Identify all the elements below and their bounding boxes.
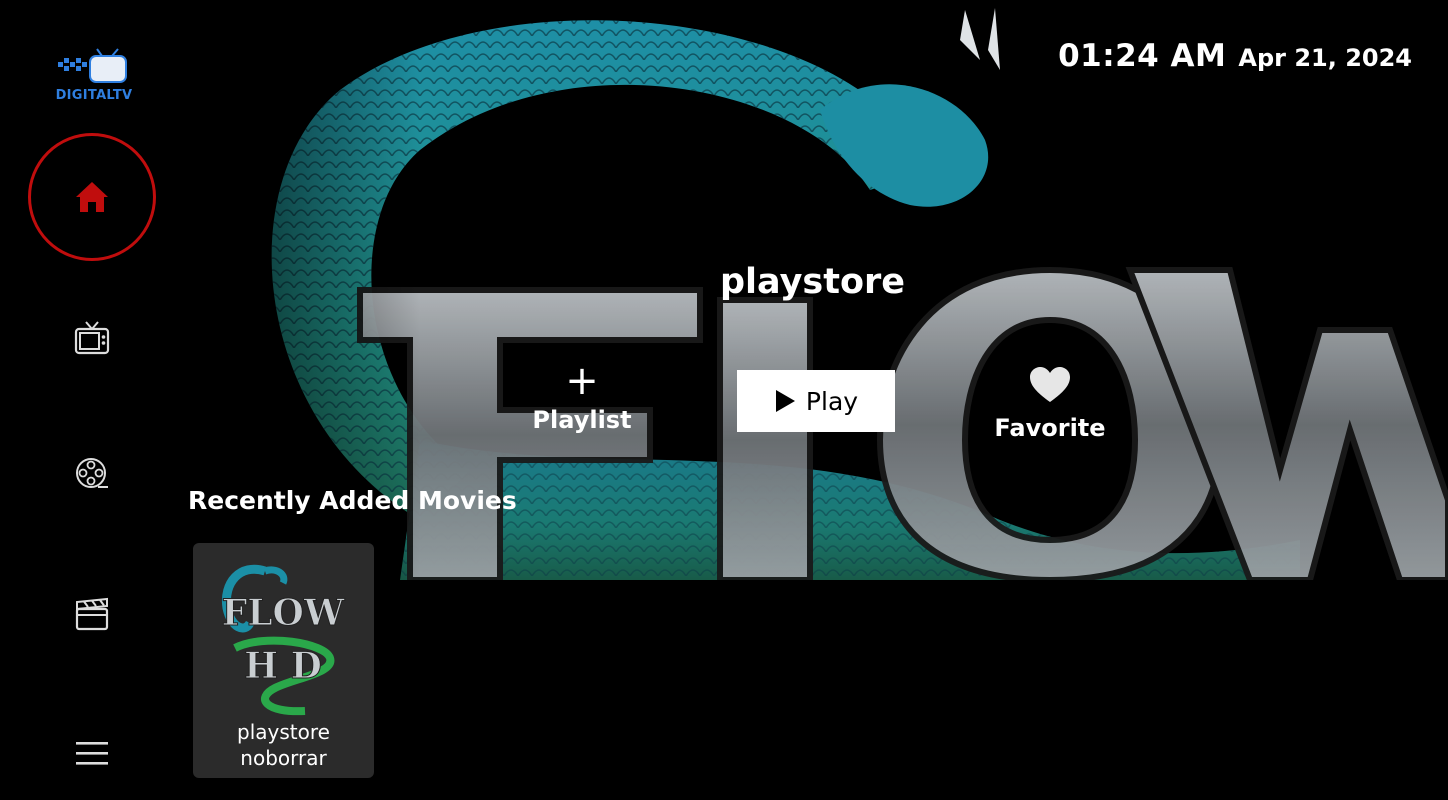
clock: 01:24 AM Apr 21, 2024 bbox=[1058, 38, 1412, 74]
clock-date: Apr 21, 2024 bbox=[1238, 44, 1412, 72]
movie-card[interactable]: FLOW H D playstore noborrar bbox=[193, 543, 374, 778]
play-label: Play bbox=[805, 386, 859, 416]
nav-menu[interactable] bbox=[72, 736, 112, 770]
tv-logo-icon bbox=[58, 48, 127, 83]
favorite-label: Favorite bbox=[994, 414, 1106, 442]
logo-text: DIGITALTV bbox=[55, 88, 133, 103]
clapperboard-icon bbox=[75, 597, 109, 631]
tv-icon bbox=[74, 321, 110, 355]
movie-card-title: playstore noborrar bbox=[193, 719, 374, 771]
movie-card-title-line: noborrar bbox=[240, 746, 327, 770]
featured-title: playstore bbox=[720, 262, 906, 302]
menu-icon bbox=[76, 742, 108, 765]
add-to-playlist-button[interactable]: + Playlist bbox=[522, 358, 642, 442]
plus-icon: + bbox=[565, 358, 599, 404]
movie-poster: FLOW H D bbox=[205, 553, 362, 723]
app-logo: DIGITALTV bbox=[52, 48, 136, 110]
playlist-label: Playlist bbox=[532, 406, 632, 434]
app-root: DIGITALTV 01:24 AM Apr 21, 2024 playstor… bbox=[0, 0, 1448, 800]
clock-time: 01:24 AM bbox=[1058, 38, 1227, 74]
movie-card-title-line: playstore bbox=[237, 720, 330, 744]
sidebar: DIGITALTV bbox=[0, 0, 180, 800]
play-icon bbox=[775, 390, 795, 412]
nav-live-tv[interactable] bbox=[28, 274, 156, 402]
nav-series[interactable] bbox=[28, 550, 156, 678]
recently-added-heading: Recently Added Movies bbox=[188, 486, 517, 515]
nav-movies[interactable] bbox=[28, 410, 156, 538]
home-icon bbox=[76, 182, 108, 212]
favorite-button[interactable]: Favorite bbox=[985, 366, 1115, 450]
film-reel-icon bbox=[76, 458, 108, 488]
nav-home[interactable] bbox=[28, 133, 156, 261]
heart-icon bbox=[1030, 367, 1070, 402]
play-button[interactable]: Play bbox=[737, 370, 895, 432]
